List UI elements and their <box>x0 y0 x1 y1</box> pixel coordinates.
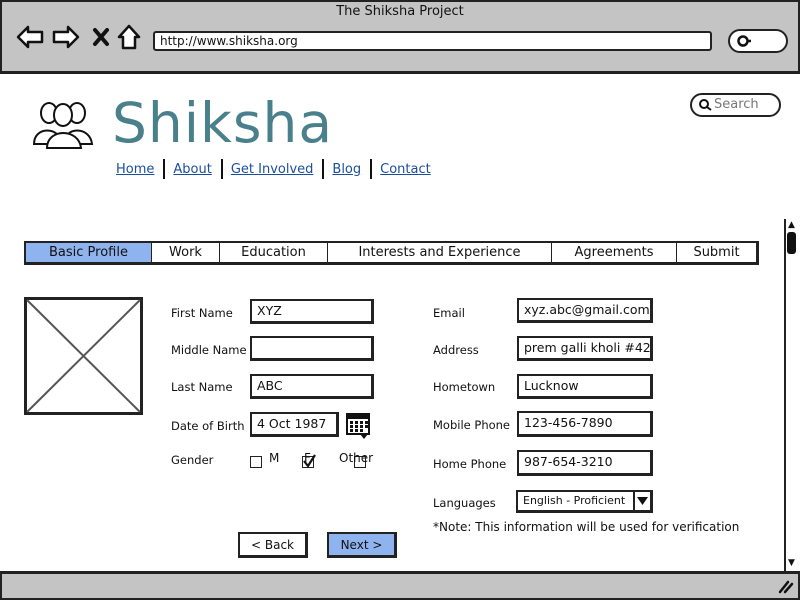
url-bar[interactable]: http://www.shiksha.org <box>153 31 712 51</box>
site-logo[interactable]: Shiksha <box>112 88 333 158</box>
first-name-label: First Name <box>171 306 233 320</box>
nav-divider <box>322 159 325 179</box>
browser-search-field[interactable] <box>728 29 788 53</box>
gender-other-label: Other <box>339 451 374 465</box>
scroll-down-arrow-icon[interactable]: ▼ <box>785 558 798 568</box>
tab-education[interactable]: Education <box>220 243 328 262</box>
verification-note: *Note: This information will be used for… <box>433 520 740 534</box>
languages-select[interactable]: English - Proficient <box>516 490 653 513</box>
email-input[interactable]: xyz.abc@gmail.com <box>517 298 653 323</box>
nav-link-home[interactable]: Home <box>116 162 154 177</box>
hometown-label: Hometown <box>433 380 496 394</box>
date-of-birth-label: Date of Birth <box>171 419 245 433</box>
languages-label: Languages <box>433 496 496 510</box>
tab-work[interactable]: Work <box>152 243 220 262</box>
stop-icon[interactable] <box>90 22 112 52</box>
back-button[interactable]: < Back <box>238 532 308 558</box>
resize-grip-icon[interactable] <box>776 578 794 594</box>
browser-status-bar <box>0 571 800 600</box>
languages-selected-value: English - Proficient <box>523 494 626 507</box>
scrollbar-thumb[interactable] <box>787 232 796 254</box>
middle-name-label: Middle Name <box>171 343 247 357</box>
home-phone-label: Home Phone <box>433 457 507 471</box>
middle-name-input[interactable] <box>250 336 374 361</box>
home-phone-input[interactable]: 987-654-3210 <box>517 450 653 476</box>
chevron-down-icon <box>637 497 648 505</box>
nav-divider <box>370 159 373 179</box>
mobile-phone-label: Mobile Phone <box>433 418 511 432</box>
profile-tab-bar: Basic Profile Work Education Interests a… <box>24 241 759 265</box>
gender-m-checkbox[interactable] <box>250 456 262 468</box>
last-name-input[interactable]: ABC <box>250 374 374 399</box>
home-icon[interactable] <box>116 22 142 52</box>
people-group-icon <box>32 102 94 149</box>
nav-link-contact[interactable]: Contact <box>380 162 431 177</box>
next-button[interactable]: Next > <box>327 532 397 558</box>
forward-arrow-icon[interactable] <box>51 22 81 52</box>
tab-basic-profile[interactable]: Basic Profile <box>26 243 152 262</box>
address-label: Address <box>433 343 479 357</box>
mobile-phone-input[interactable]: 123-456-7890 <box>517 411 653 437</box>
window-title: The Shiksha Project <box>336 4 464 19</box>
site-search-field[interactable]: Search <box>690 93 781 117</box>
first-name-input[interactable]: XYZ <box>250 299 374 324</box>
nav-link-about[interactable]: About <box>173 162 211 177</box>
nav-link-blog[interactable]: Blog <box>332 162 361 177</box>
calendar-icon[interactable] <box>346 412 372 440</box>
gender-f-label: F <box>304 451 311 465</box>
tab-interests-and-experience[interactable]: Interests and Experience <box>328 243 552 262</box>
search-icon <box>699 99 712 111</box>
profile-photo-placeholder[interactable] <box>24 297 143 415</box>
gender-label: Gender <box>171 453 214 467</box>
tab-submit[interactable]: Submit <box>677 243 756 262</box>
email-label: Email <box>433 306 465 320</box>
address-input[interactable]: prem galli kholi #420 <box>517 336 653 361</box>
site-nav: Home About Get Involved Blog Contact <box>116 159 431 179</box>
last-name-label: Last Name <box>171 380 233 394</box>
back-arrow-icon[interactable] <box>15 22 45 52</box>
site-search-placeholder: Search <box>714 97 759 112</box>
gender-m-label: M <box>269 451 280 465</box>
search-icon <box>737 35 751 47</box>
scroll-up-arrow-icon[interactable]: ▲ <box>785 220 798 230</box>
tab-agreements[interactable]: Agreements <box>552 243 677 262</box>
hometown-input[interactable]: Lucknow <box>517 374 653 399</box>
vertical-scrollbar[interactable] <box>784 219 799 571</box>
nav-divider <box>163 159 166 179</box>
date-of-birth-input[interactable]: 4 Oct 1987 <box>250 412 339 437</box>
nav-divider <box>220 159 223 179</box>
nav-link-get-involved[interactable]: Get Involved <box>231 162 314 177</box>
dropdown-button[interactable] <box>633 492 650 510</box>
